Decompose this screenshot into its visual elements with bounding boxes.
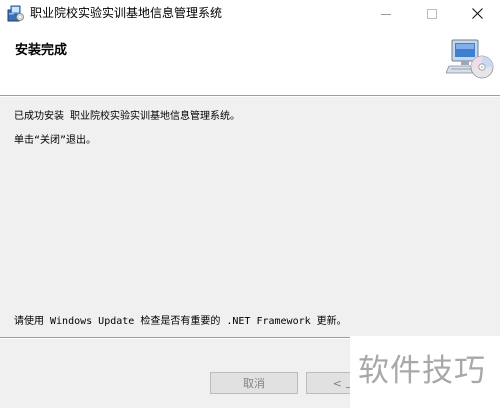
watermark: 软件技巧 — [350, 336, 500, 408]
watermark-text: 软件技巧 — [358, 353, 486, 389]
header-banner: 安装完成 — [0, 27, 500, 95]
page-title: 安装完成 — [15, 43, 68, 58]
close-instruction-text: 单击“关闭”退出。 — [14, 135, 97, 146]
minimize-button[interactable] — [363, 0, 409, 27]
installer-icon — [7, 5, 24, 22]
install-success-text: 已成功安装 职业院校实验实训基地信息管理系统。 — [14, 111, 241, 122]
cancel-button[interactable]: 取消 — [210, 372, 298, 394]
close-icon — [471, 4, 483, 23]
maximize-button[interactable] — [409, 0, 455, 27]
close-button[interactable] — [454, 0, 500, 27]
maximize-icon — [427, 4, 437, 23]
computer-cd-icon — [445, 37, 494, 83]
installer-window: 职业院校实验实训基地信息管理系统 安装完成 已成功安装 职业院校实验实训基地信息… — [0, 0, 500, 408]
minimize-icon — [381, 4, 391, 23]
title-bar: 职业院校实验实训基地信息管理系统 — [0, 0, 500, 27]
content-area: 已成功安装 职业院校实验实训基地信息管理系统。 单击“关闭”退出。 请使用 Wi… — [0, 97, 500, 337]
window-title: 职业院校实验实训基地信息管理系统 — [30, 6, 223, 20]
windows-update-text: 请使用 Windows Update 检查是否有重要的 .NET Framewo… — [14, 316, 347, 327]
